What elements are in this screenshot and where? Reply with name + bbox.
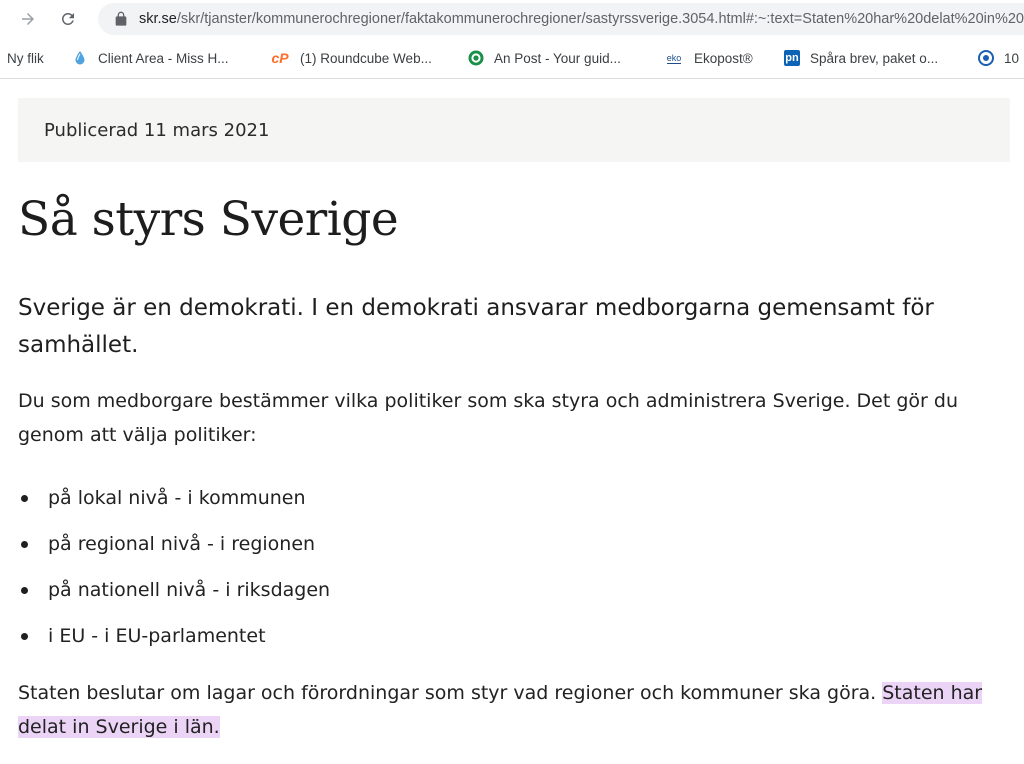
lead-paragraph: Sverige är en demokrati. I en demokrati …	[18, 295, 934, 358]
reload-icon	[61, 12, 74, 25]
list-item: i EU - i EU-parlamentet	[18, 613, 330, 659]
levels-list: på lokal nivå - i kommunen på regional n…	[18, 475, 330, 659]
bookmark-label: 10	[1004, 50, 1020, 66]
bookmark-label: Client Area - Miss H...	[98, 50, 229, 66]
bookmark-label: Ekopost®	[694, 50, 753, 66]
cpanel-icon: cP	[270, 50, 290, 66]
closing-paragraph: Staten beslutar om lagar och förordninga…	[18, 676, 1008, 744]
list-item: på lokal nivå - i kommunen	[18, 475, 330, 521]
list-item: på nationell nivå - i riksdagen	[18, 567, 330, 613]
bookmark-roundcube[interactable]: cP (1) Roundcube Web...	[270, 38, 432, 78]
url-text: skr.se/skr/tjanster/kommunerochregioner/…	[139, 11, 1024, 27]
url-host: skr.se	[139, 11, 177, 27]
reload-button[interactable]	[54, 5, 82, 33]
lock-icon	[115, 11, 127, 26]
page-title: Så styrs Sverige	[18, 192, 399, 247]
bookmark-label: (1) Roundcube Web...	[300, 50, 432, 66]
bookmarks-bar: Ny flik Client Area - Miss H... cP (1) R…	[0, 38, 1024, 79]
bookmark-label: Spåra brev, paket o...	[810, 50, 939, 66]
eko-icon: eko	[664, 50, 684, 66]
address-bar[interactable]: skr.se/skr/tjanster/kommunerochregioner/…	[98, 3, 1024, 35]
url-path: /skr/tjanster/kommunerochregioner/faktak…	[176, 11, 1024, 27]
intro-paragraph: Du som medborgare bestämmer vilka politi…	[18, 390, 958, 446]
bookmark-label: An Post - Your guid...	[494, 50, 621, 66]
bookmark-spara-brev[interactable]: pn Spåra brev, paket o...	[784, 38, 938, 78]
cpanel-icon-text: cP	[271, 50, 289, 66]
eko-icon-text: eko	[666, 52, 682, 64]
closing-text: Staten beslutar om lagar och förordninga…	[18, 682, 877, 704]
pn-icon-text: pn	[785, 52, 799, 64]
list-item: på regional nivå - i regionen	[18, 521, 330, 567]
drop-icon	[72, 50, 88, 66]
anpost-icon	[468, 50, 484, 66]
forward-button[interactable]	[14, 5, 42, 33]
bookmark-an-post[interactable]: An Post - Your guid...	[468, 38, 621, 78]
bookmark-ekopost[interactable]: eko Ekopost®	[664, 38, 753, 78]
bookmark-label: Ny flik	[7, 50, 44, 66]
search-globe-icon	[978, 50, 994, 66]
bookmark-client-area[interactable]: Client Area - Miss H...	[72, 38, 229, 78]
published-box: Publicerad 11 mars 2021	[18, 98, 1010, 162]
arrow-right-icon	[22, 13, 34, 25]
bookmark-ny-flik[interactable]: Ny flik	[7, 38, 44, 78]
published-date: Publicerad 11 mars 2021	[44, 119, 270, 141]
pn-icon: pn	[784, 50, 800, 66]
bookmark-10[interactable]: 10	[978, 38, 1019, 78]
browser-toolbar: skr.se/skr/tjanster/kommunerochregioner/…	[0, 0, 1024, 38]
